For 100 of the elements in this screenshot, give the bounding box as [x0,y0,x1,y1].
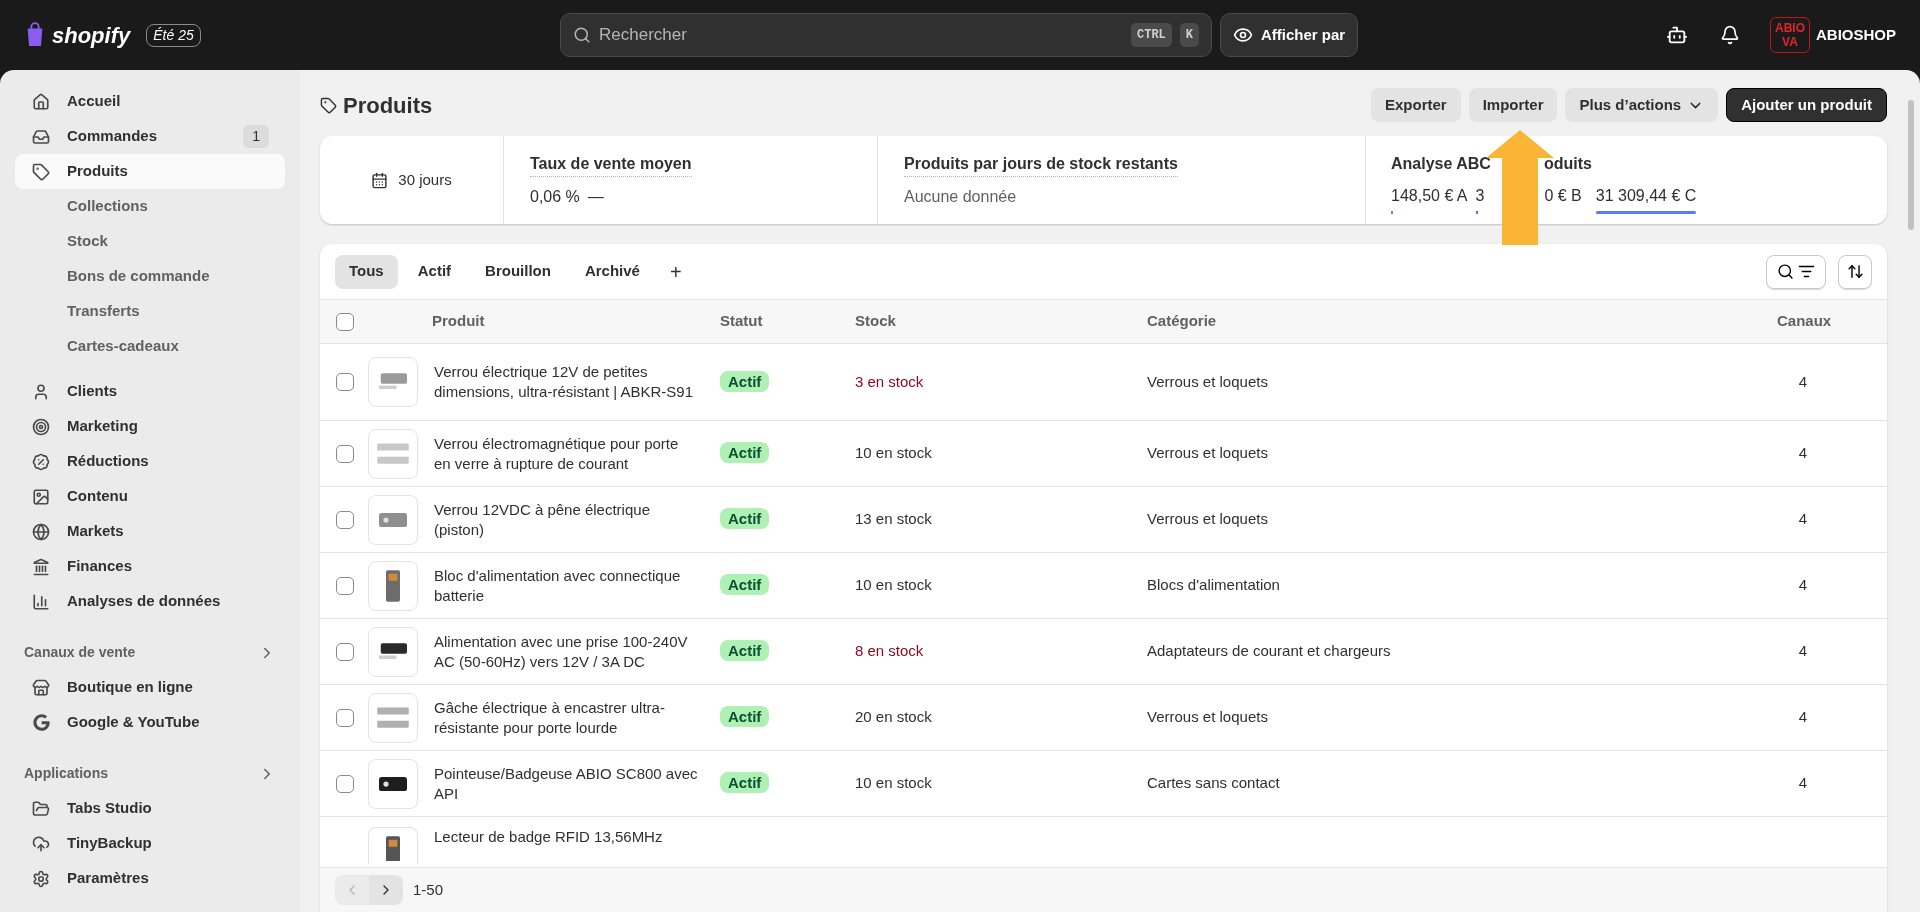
filter-tab[interactable]: Tous [335,254,398,289]
product-name[interactable]: Alimentation avec une prise 100-240V AC (50-60Hz) vers 12V / 3A DC [434,631,698,672]
category-text: Verrous et loquets [1147,510,1268,528]
column-header: Catégorie [1147,312,1217,330]
abc-value[interactable]: 148,50 € A [1391,184,1468,208]
store-name[interactable]: ABIOSHOP [1816,23,1896,47]
search-field[interactable]: Rechercher CTRL K [560,13,1212,57]
bell-icon[interactable] [1720,25,1740,45]
channels-count: 4 [1798,444,1807,462]
column-header: Canaux [1777,312,1832,330]
search-filter-button[interactable] [1766,254,1826,289]
channels-count: 4 [1798,372,1807,390]
filter-tab[interactable]: Actif [403,254,466,289]
metric-title: Produits par jours de stock restants [904,152,1178,177]
sidebar-item[interactable]: Réductions [15,444,285,479]
trend-dash: — [587,187,604,207]
channels-count: 4 [1798,510,1807,528]
product-name[interactable]: Gâche électrique à encastrer ultra-résistante pour porte lourde [434,697,698,738]
metric-title: oduits [1543,154,1592,174]
row-checkbox[interactable] [336,576,354,595]
sidebar-item[interactable]: Paramètres [15,861,285,896]
globe-icon [32,522,50,541]
next-page-button[interactable] [369,875,403,905]
product-name[interactable]: Verrou électrique 12V de petites dimensions, ultra-résistant | ABKR-S91 [434,362,698,402]
channels-count: 4 [1798,774,1807,792]
sidebar-subitem[interactable]: Stock [15,224,285,259]
sidebar-item[interactable]: TinyBackup [15,826,285,861]
section-heading: Canaux de vente [24,643,136,662]
category-text: Blocs d'alimentation [1147,576,1280,594]
avatar-text: ABIO [1775,21,1805,35]
row-checkbox[interactable] [336,510,354,529]
more-actions-button[interactable]: Plus d’actions [1565,88,1719,122]
sidebar-item[interactable]: Tabs Studio [15,791,285,826]
sort-button[interactable] [1838,254,1872,289]
avatar-text: VA [1782,35,1798,49]
bank-icon [32,557,50,576]
column-header: Statut [720,312,763,330]
store-avatar[interactable]: ABIO VA [1770,17,1810,53]
category-text: Verrous et loquets [1147,372,1268,390]
abc-value[interactable]: 3 [1475,184,1485,208]
channels-count: 4 [1798,576,1807,594]
metric-title: Analyse ABC [1391,154,1491,174]
row-checkbox[interactable] [336,642,354,661]
sidebar-item[interactable]: Contenu [15,479,285,514]
row-checkbox[interactable] [336,774,354,793]
action-button[interactable]: Exporter [1370,88,1461,122]
page-title: Produits [343,91,433,120]
tag-icon [320,96,337,114]
shortcut-key: K [1179,23,1199,47]
logo-wordmark: shopify [52,21,131,50]
category-text: Verrous et loquets [1147,708,1268,726]
sidebar-item[interactable]: Boutique en ligne [15,670,285,705]
sidebar-item[interactable]: Accueil [15,84,285,119]
category-text: Verrous et loquets [1147,444,1268,462]
sidebar-item[interactable]: Markets [15,514,285,549]
sidebar-subitem[interactable]: Collections [15,189,285,224]
sidebar-item[interactable]: Marketing [15,409,285,444]
row-checkbox[interactable] [336,373,354,391]
search-icon [1777,263,1794,280]
row-checkbox[interactable] [336,312,354,331]
view-button[interactable]: Afficher par [1220,13,1359,57]
product-name[interactable]: Lecteur de badge RFID 13,56MHz [432,827,663,847]
target-icon [32,417,50,436]
status-badge: Actif [720,442,770,464]
stock-text: 8 en stock [855,642,924,660]
sidebar-item[interactable]: Clients [15,374,285,409]
action-button[interactable]: Importer [1468,88,1558,122]
robot-icon[interactable] [1666,24,1688,46]
sidebar-item[interactable]: Produits [15,154,285,189]
category-text: Adaptateurs de courant et chargeurs [1147,642,1391,660]
metric-title: Taux de vente moyen [530,152,692,177]
sort-icon [1846,263,1864,280]
sidebar-subitem[interactable]: Transferts [15,294,285,329]
abc-value[interactable]: 31 309,44 € C [1595,184,1697,208]
eye-icon [1233,25,1253,45]
abc-value[interactable]: 0 € B [1544,184,1582,208]
filter-tab[interactable]: Archivé [570,254,654,289]
google-icon [32,714,50,731]
row-checkbox[interactable] [336,444,354,463]
period-label[interactable]: 30 jours [398,168,452,192]
row-checkbox[interactable] [336,708,354,727]
sidebar-item[interactable]: Analyses de données [15,584,285,619]
sidebar-item[interactable]: Google & YouTube [15,705,285,740]
column-header: Produit [432,312,485,330]
product-name[interactable]: Verrou 12VDC à pêne électrique (piston) [434,499,698,540]
sidebar-subitem[interactable]: Cartes-cadeaux [15,329,285,364]
tag-icon [32,162,50,181]
column-header: Stock [855,312,896,330]
filter-tab[interactable]: Brouillon [471,254,565,289]
sidebar-item[interactable]: Finances [15,549,285,584]
filter-icon [1798,263,1815,280]
add-tab-button[interactable]: + [659,254,692,289]
status-badge: Actif [720,706,770,728]
search-input[interactable]: Rechercher [599,14,1123,56]
sidebar-subitem[interactable]: Bons de commande [15,259,285,294]
sidebar-item[interactable]: Commandes 1 [15,119,285,154]
product-name[interactable]: Pointeuse/Badgeuse ABIO SC800 avec API [434,763,698,804]
add-product-button[interactable]: Ajouter un produit [1726,88,1887,122]
product-name[interactable]: Verrou électromagnétique pour porte en verre à rupture de courant [434,433,698,474]
product-name[interactable]: Bloc d'alimentation avec connectique batterie [434,565,698,606]
